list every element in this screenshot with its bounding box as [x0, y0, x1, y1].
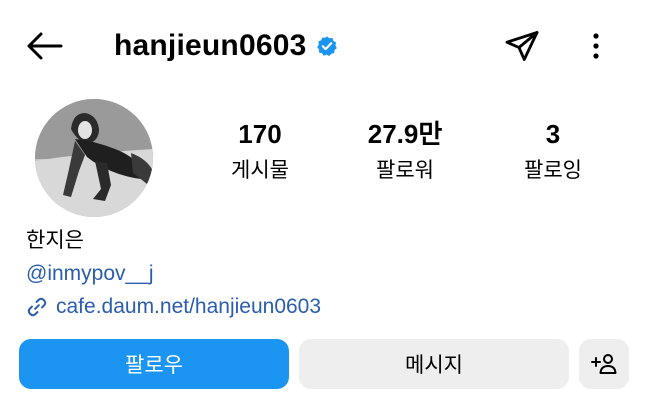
bio-mention-link[interactable]: @inmypov__j	[26, 259, 626, 289]
paper-plane-icon	[505, 31, 539, 61]
more-options-button[interactable]	[576, 24, 616, 68]
profile-header: hanjieun0603	[0, 0, 648, 90]
add-person-icon	[591, 354, 617, 374]
profile-avatar[interactable]	[35, 99, 153, 217]
follow-button[interactable]: 팔로우	[19, 339, 289, 389]
stat-posts-count: 170	[238, 119, 282, 149]
message-button[interactable]: 메시지	[299, 339, 569, 389]
stat-followers-count: 27.9만	[367, 119, 443, 149]
message-button-label: 메시지	[405, 354, 463, 377]
arrow-left-icon	[27, 32, 63, 60]
stat-following-count: 3	[545, 119, 561, 149]
bio-website-link[interactable]: cafe.daum.net/hanjieun0603	[26, 292, 626, 322]
verified-badge-icon	[316, 35, 338, 57]
bio-website-url: cafe.daum.net/hanjieun0603	[56, 295, 322, 318]
stat-following-label: 팔로잉	[524, 159, 582, 182]
link-icon	[26, 296, 48, 318]
profile-username-wrap: hanjieun0603	[114, 24, 338, 68]
profile-stats: 170 게시물 27.9만 팔로워 3 팔로잉	[195, 118, 620, 198]
profile-username: hanjieun0603	[114, 29, 307, 62]
stat-followers-label: 팔로워	[376, 159, 434, 182]
more-vertical-icon	[593, 33, 599, 59]
stat-posts[interactable]: 170 게시물	[195, 118, 325, 186]
bio-display-name: 한지은	[26, 229, 84, 252]
send-message-button[interactable]	[500, 24, 544, 68]
follow-button-label: 팔로우	[125, 354, 183, 377]
stat-posts-label: 게시물	[231, 159, 289, 182]
back-button[interactable]	[20, 24, 68, 68]
stat-following[interactable]: 3 팔로잉	[488, 118, 618, 186]
profile-bio: 한지은 @inmypov__j cafe.daum.net/hanjieun06…	[26, 226, 626, 322]
suggested-accounts-button[interactable]	[579, 339, 629, 389]
stat-followers[interactable]: 27.9만 팔로워	[340, 118, 470, 186]
